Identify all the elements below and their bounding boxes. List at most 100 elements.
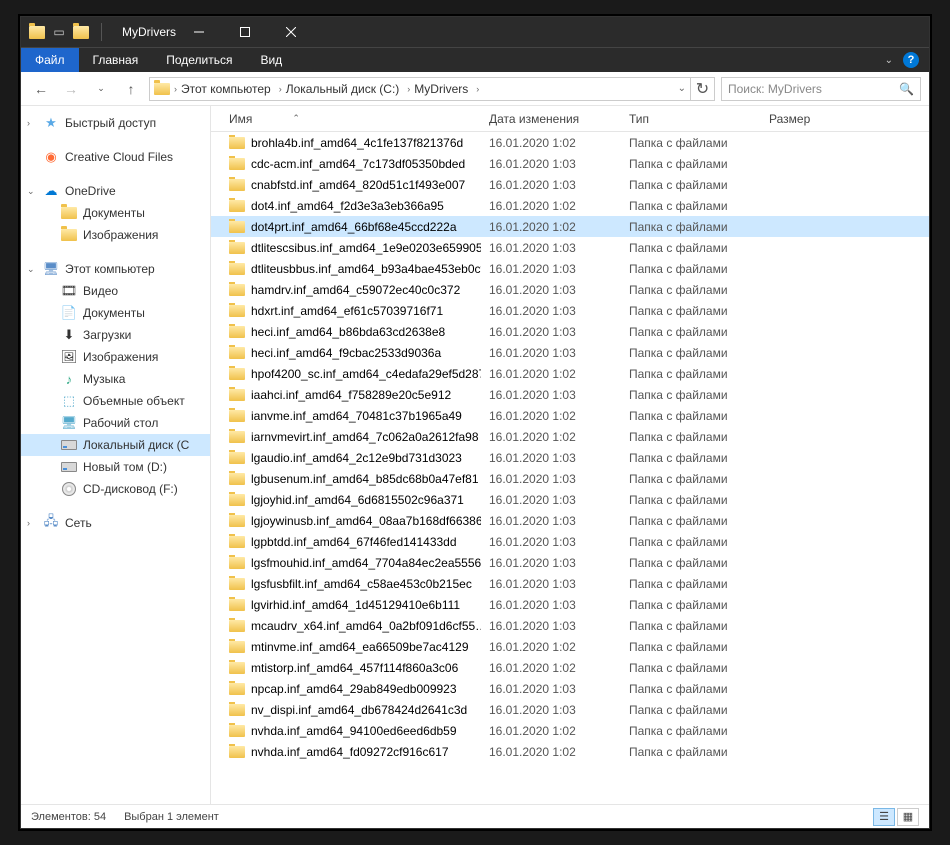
sidebar-onedrive-pics[interactable]: Изображения — [21, 224, 210, 246]
close-button[interactable] — [268, 17, 314, 47]
crumb-2[interactable]: MyDrivers — [414, 82, 468, 96]
table-row[interactable]: lgvirhid.inf_amd64_1d45129410e6b11116.01… — [211, 594, 929, 615]
table-row[interactable]: hdxrt.inf_amd64_ef61c57039716f7116.01.20… — [211, 300, 929, 321]
sidebar-documents[interactable]: 📄Документы — [21, 302, 210, 324]
forward-button[interactable]: → — [59, 77, 83, 101]
sidebar-videos[interactable]: 🎞Видео — [21, 280, 210, 302]
table-row[interactable]: nvhda.inf_amd64_94100ed6eed6db5916.01.20… — [211, 720, 929, 741]
sidebar-downloads[interactable]: ⬇Загрузки — [21, 324, 210, 346]
sidebar-music[interactable]: ♪Музыка — [21, 368, 210, 390]
file-name: nvhda.inf_amd64_94100ed6eed6db59 — [251, 724, 457, 738]
sidebar-pictures[interactable]: 🖼Изображения — [21, 346, 210, 368]
file-type: Папка с файлами — [621, 556, 761, 570]
col-date[interactable]: Дата изменения — [481, 112, 621, 126]
table-row[interactable]: dot4.inf_amd64_f2d3e3a3eb366a9516.01.202… — [211, 195, 929, 216]
table-row[interactable]: dtliteusbbus.inf_amd64_b93a4bae453eb0cf1… — [211, 258, 929, 279]
sidebar-creative-cloud[interactable]: ◉Creative Cloud Files — [21, 146, 210, 168]
col-size[interactable]: Размер — [761, 112, 851, 126]
table-row[interactable]: heci.inf_amd64_f9cbac2533d9036a16.01.202… — [211, 342, 929, 363]
tab-home[interactable]: Главная — [79, 48, 153, 72]
crumb-1[interactable]: Локальный диск (C:) — [286, 82, 400, 96]
qat-newfolder-icon[interactable] — [73, 24, 89, 40]
ribbon-expand-icon[interactable]: ⌄ — [885, 55, 893, 66]
file-list[interactable]: brohla4b.inf_amd64_4c1fe137f821376d16.01… — [211, 132, 929, 804]
file-name: heci.inf_amd64_b86bda63cd2638e8 — [251, 325, 445, 339]
tab-view[interactable]: Вид — [246, 48, 296, 72]
search-input[interactable]: Поиск: MyDrivers 🔍 — [721, 77, 921, 101]
file-type: Папка с файлами — [621, 661, 761, 675]
sidebar-3d[interactable]: ⬚Объемные объект — [21, 390, 210, 412]
table-row[interactable]: hpof4200_sc.inf_amd64_c4edafa29ef5d28716… — [211, 363, 929, 384]
table-row[interactable]: lgsfmouhid.inf_amd64_7704a84ec2ea555616.… — [211, 552, 929, 573]
table-row[interactable]: hamdrv.inf_amd64_c59072ec40c0c37216.01.2… — [211, 279, 929, 300]
address-dropdown-icon[interactable]: ⌄ — [678, 83, 686, 94]
table-row[interactable]: nvhda.inf_amd64_fd09272cf916c61716.01.20… — [211, 741, 929, 762]
table-row[interactable]: cdc-acm.inf_amd64_7c173df05350bded 16.01.… — [211, 153, 929, 174]
sidebar-drive-d[interactable]: Новый том (D:) — [21, 456, 210, 478]
table-row[interactable]: heci.inf_amd64_b86bda63cd2638e816.01.202… — [211, 321, 929, 342]
table-row[interactable]: brohla4b.inf_amd64_4c1fe137f821376d16.01… — [211, 132, 929, 153]
file-date: 16.01.2020 1:03 — [481, 157, 621, 171]
sidebar-network[interactable]: ›🖧Сеть — [21, 512, 210, 534]
folder-icon — [229, 282, 245, 298]
tab-share[interactable]: Поделиться — [152, 48, 246, 72]
file-name: cdc-acm.inf_amd64_7c173df05350bded — [251, 157, 465, 171]
navigation-pane[interactable]: ›★Быстрый доступ ◉Creative Cloud Files ⌄… — [21, 106, 211, 804]
sidebar-drive-c[interactable]: Локальный диск (C — [21, 434, 210, 456]
file-date: 16.01.2020 1:02 — [481, 367, 621, 381]
folder-icon — [229, 345, 245, 361]
col-type[interactable]: Тип — [621, 112, 761, 126]
help-icon[interactable]: ? — [903, 52, 919, 68]
file-date: 16.01.2020 1:03 — [481, 388, 621, 402]
table-row[interactable]: iarnvmevirt.inf_amd64_7c062a0a2612fa9816… — [211, 426, 929, 447]
minimize-button[interactable] — [176, 17, 222, 47]
folder-icon — [229, 660, 245, 676]
table-row[interactable]: lgbusenum.inf_amd64_b85dc68b0a47ef8116.0… — [211, 468, 929, 489]
table-row[interactable]: dot4prt.inf_amd64_66bf68e45ccd222a16.01.… — [211, 216, 929, 237]
table-row[interactable]: lgpbtdd.inf_amd64_67f46fed141433dd16.01.… — [211, 531, 929, 552]
file-name: lgaudio.inf_amd64_2c12e9bd731d3023 — [251, 451, 462, 465]
qat-properties-icon[interactable]: ▭ — [51, 24, 67, 40]
table-row[interactable]: lgjoywinusb.inf_amd64_08aa7b168df6638616… — [211, 510, 929, 531]
file-date: 16.01.2020 1:03 — [481, 682, 621, 696]
table-row[interactable]: dtlitescsibus.inf_amd64_1e9e0203e659905c… — [211, 237, 929, 258]
table-row[interactable]: mtinvme.inf_amd64_ea66509be7ac412916.01.… — [211, 636, 929, 657]
pic-icon: 🖼 — [61, 349, 77, 365]
crumb-0[interactable]: Этот компьютер — [181, 82, 271, 96]
file-type: Папка с файлами — [621, 136, 761, 150]
folder-icon — [229, 702, 245, 718]
view-details-button[interactable]: ☰ — [873, 808, 895, 826]
sidebar-this-pc[interactable]: ⌄🖥Этот компьютер — [21, 258, 210, 280]
titlebar[interactable]: ▭ MyDrivers — [21, 17, 929, 47]
table-row[interactable]: mtistorp.inf_amd64_457f114f860a3c0616.01… — [211, 657, 929, 678]
sidebar-desktop[interactable]: 🖥Рабочий стол — [21, 412, 210, 434]
table-row[interactable]: lgjoyhid.inf_amd64_6d6815502c96a37116.01… — [211, 489, 929, 510]
file-name: nv_dispi.inf_amd64_db678424d2641c3d — [251, 703, 467, 717]
sidebar-onedrive[interactable]: ⌄☁OneDrive — [21, 180, 210, 202]
up-button[interactable]: ↑ — [119, 77, 143, 101]
file-type: Папка с файлами — [621, 703, 761, 717]
view-icons-button[interactable]: ▦ — [897, 808, 919, 826]
sidebar-onedrive-docs[interactable]: Документы — [21, 202, 210, 224]
sidebar-cd[interactable]: CD-дисковод (F:) — [21, 478, 210, 500]
refresh-button[interactable]: ↻ — [691, 77, 715, 101]
address-bar-row: ← → ⌄ ↑ ›Этот компьютер ›Локальный диск … — [21, 72, 929, 106]
table-row[interactable]: nv_dispi.inf_amd64_db678424d2641c3d16.01… — [211, 699, 929, 720]
table-row[interactable]: ianvme.inf_amd64_70481c37b1965a4916.01.2… — [211, 405, 929, 426]
table-row[interactable]: lgaudio.inf_amd64_2c12e9bd731d302316.01.… — [211, 447, 929, 468]
tab-file[interactable]: Файл — [21, 48, 79, 72]
search-icon: 🔍 — [899, 82, 914, 96]
table-row[interactable]: mcaudrv_x64.inf_amd64_0a2bf091d6cf55…16.… — [211, 615, 929, 636]
table-row[interactable]: npcap.inf_amd64_29ab849edb00992316.01.20… — [211, 678, 929, 699]
status-count: Элементов: 54 — [31, 811, 106, 823]
table-row[interactable]: iaahci.inf_amd64_f758289e20c5e91216.01.2… — [211, 384, 929, 405]
recent-dropdown[interactable]: ⌄ — [89, 77, 113, 101]
table-row[interactable]: lgsfusbfilt.inf_amd64_c58ae453c0b215ec16… — [211, 573, 929, 594]
table-row[interactable]: cnabfstd.inf_amd64_820d51c1f493e00716.01… — [211, 174, 929, 195]
sidebar-quick-access[interactable]: ›★Быстрый доступ — [21, 112, 210, 134]
col-name[interactable]: Имя⌃ — [221, 112, 481, 126]
maximize-button[interactable] — [222, 17, 268, 47]
back-button[interactable]: ← — [29, 77, 53, 101]
column-headers[interactable]: Имя⌃ Дата изменения Тип Размер — [211, 106, 929, 132]
address-bar[interactable]: ›Этот компьютер ›Локальный диск (C:) ›My… — [149, 77, 691, 101]
